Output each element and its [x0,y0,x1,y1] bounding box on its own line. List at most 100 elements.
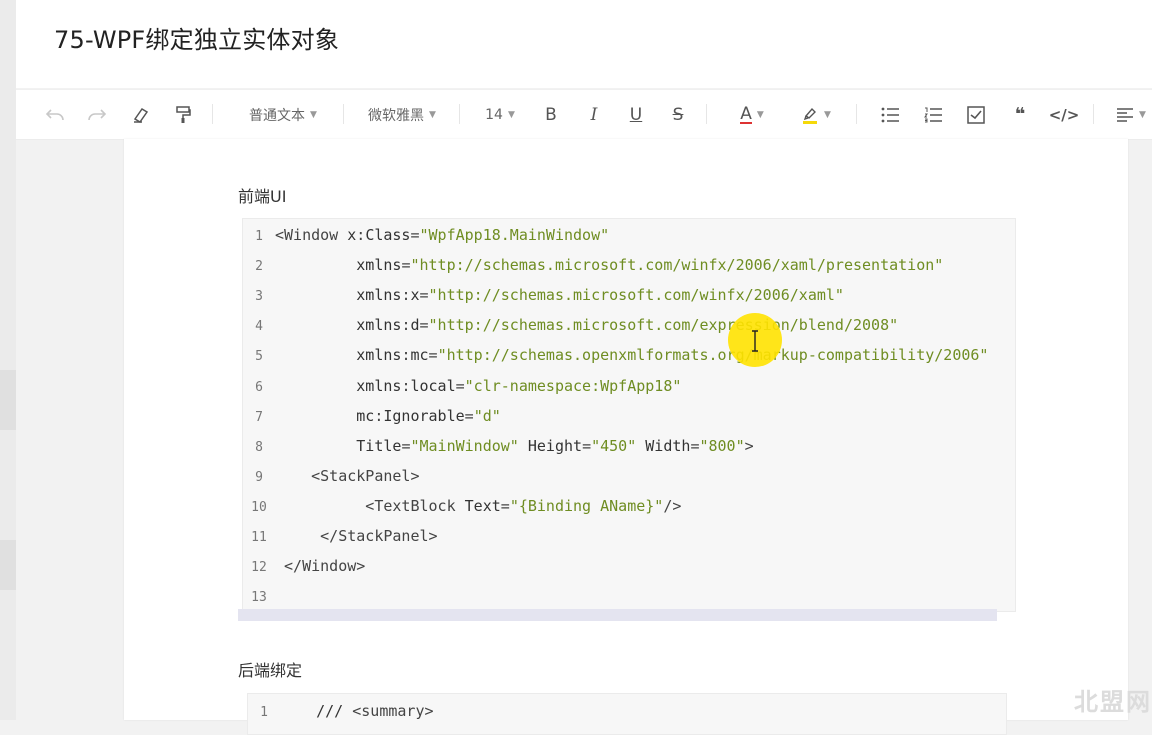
code-token: </ [275,557,303,576]
strikethrough-icon: S [672,104,684,125]
code-token: Text [464,496,501,515]
code-token: mc [410,346,429,365]
line-number: 8 [255,439,263,455]
highlight-icon [803,107,818,124]
code-line[interactable]: 6 xmlns:local="clr-namespace:WpfApp18" [243,371,1015,401]
code-block[interactable]: 1 <Window x:Class="WpfApp18.MainWindow" 2 … [242,218,1016,612]
editor-toolbar: 普通文本 ▼ 微软雅黑 ▼ 14 ▼ B I U S A ▼ ▼ ❝ </> ▼ [16,89,1152,140]
code-line[interactable]: 4 xmlns:d="http://schemas.microsoft.com/… [243,310,1015,340]
bulleted-list-icon [881,107,899,122]
code-line[interactable]: 11 </StackPanel> [243,521,1015,551]
line-number: 6 [255,379,263,395]
undo-button[interactable] [42,90,68,139]
code-token: = [455,376,465,395]
toolbar-divider [1093,104,1094,124]
line-number: 2 [255,259,263,275]
code-token: x [347,226,357,244]
code-line[interactable]: 12 </Window> [243,551,1015,581]
line-number: 10 [251,499,267,515]
code-token: xmlns [275,256,402,275]
checklist-button[interactable] [962,90,990,139]
bold-icon: B [545,104,557,125]
strikethrough-button[interactable]: S [665,90,691,139]
code-token: TextBlock [374,496,465,515]
line-number: 13 [251,590,267,606]
code-token: xmlns [275,286,402,305]
code-token: "http://schemas.microsoft.com/winfx/2006… [410,256,944,275]
code-token: "http://schemas.microsoft.com/expression… [428,316,899,335]
page-title[interactable]: 75-WPF绑定独立实体对象 [54,20,339,55]
font-family-select[interactable]: 微软雅黑 ▼ [361,90,443,139]
bulleted-list-button[interactable] [876,90,904,139]
toolbar-divider [212,104,213,124]
code-line[interactable]: 1 /// <summary> [248,696,1006,726]
italic-icon: I [590,104,598,125]
code-line[interactable]: 1 <Window x:Class="WpfApp18.MainWindow" [243,220,1015,250]
code-token: /// [280,702,353,720]
underline-button[interactable]: U [623,90,649,139]
code-line[interactable]: 9 <StackPanel> [243,461,1015,491]
highlight-button[interactable]: ▼ [792,90,840,139]
code-token: Class [365,226,411,244]
undo-icon [45,108,64,120]
chevron-down-icon: ▼ [507,109,515,120]
code-token: xmlns [275,316,402,335]
chevron-down-icon: ▼ [756,109,764,120]
code-text: <Window x:Class="WpfApp18.MainWindow" [275,220,609,250]
code-block-scrollbar[interactable] [238,609,997,621]
chevron-down-icon: ▼ [310,109,317,120]
code-block[interactable]: 1 /// <summary> [247,693,1007,735]
code-token: "d" [473,406,501,425]
code-line[interactable]: 2 xmlns="http://schemas.microsoft.com/wi… [243,250,1015,280]
code-token: mc [275,406,375,425]
code-token: < [275,496,375,515]
code-token: > [744,436,754,455]
section-heading-backend[interactable]: 后端绑定 [238,657,302,681]
paragraph-style-select[interactable]: 普通文本 ▼ [238,90,328,139]
code-text: </StackPanel> [275,521,437,551]
bold-button[interactable]: B [538,90,564,139]
code-token: < [275,466,321,485]
code-line[interactable]: 7 mc:Ignorable="d" [243,401,1015,431]
font-size-select[interactable]: 14 ▼ [478,90,522,139]
left-margin-band [0,540,16,590]
code-token: "WpfApp18.MainWindow" [419,226,610,244]
code-line[interactable]: 3 xmlns:x="http://schemas.microsoft.com/… [243,280,1015,310]
code-token: = [464,406,474,425]
code-token: > [410,466,420,485]
line-number: 5 [255,349,263,365]
section-heading-frontend[interactable]: 前端UI [238,183,286,207]
watermark: 北盟网 [1074,688,1152,716]
code-token: > [356,557,366,576]
align-button[interactable]: ▼ [1110,90,1152,139]
paragraph-style-value: 普通文本 [249,107,306,124]
code-token: Height [518,436,583,455]
code-token: Window [284,226,348,244]
code-block-button[interactable]: </> [1048,90,1080,139]
code-token: = [419,286,429,305]
toolbar-divider [459,104,460,124]
code-text: Title="MainWindow" Height="450" Width="8… [275,431,754,461]
redo-button[interactable] [84,90,110,139]
format-painter-button[interactable] [170,90,196,139]
line-number: 7 [255,409,263,425]
code-line[interactable]: 10 <TextBlock Text="{Binding AName}"/> [243,491,1015,521]
text-cursor-icon [752,330,758,352]
numbered-list-button[interactable] [919,90,947,139]
code-token: xmlns [275,376,402,395]
code-line[interactable]: 8 Title="MainWindow" Height="450" Width=… [243,431,1015,461]
code-text: <StackPanel> [275,461,420,491]
line-number: 1 [255,229,263,244]
code-line[interactable]: 13 [243,581,1015,611]
code-text: xmlns:local="clr-namespace:WpfApp18" [275,371,681,401]
code-line[interactable]: 5 xmlns:mc="http://schemas.openxmlformat… [243,340,1015,370]
font-size-value: 14 [485,106,503,123]
quote-button[interactable]: ❝ [1006,90,1034,139]
code-token: "clr-namespace:WpfApp18" [464,376,682,395]
font-color-button[interactable]: A ▼ [728,90,776,139]
clear-format-button[interactable] [128,90,154,139]
code-token: = [582,436,592,455]
code-text: <TextBlock Text="{Binding AName}"/> [275,491,681,521]
italic-button[interactable]: I [581,90,607,139]
code-icon: </> [1048,105,1080,124]
